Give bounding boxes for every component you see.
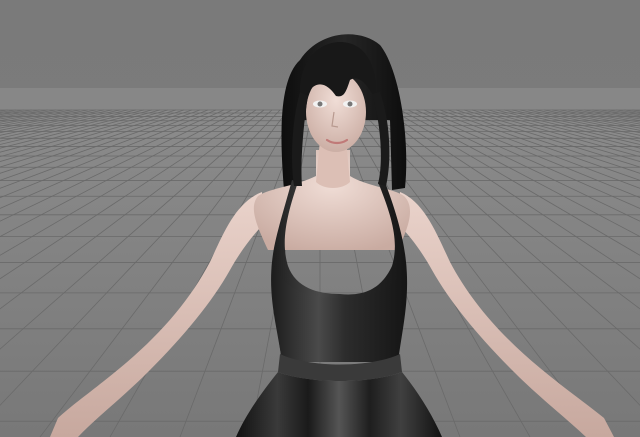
right-iris: [347, 101, 353, 107]
left-iris: [317, 101, 323, 107]
viewport-canvas[interactable]: [0, 0, 640, 437]
3d-viewport[interactable]: [0, 0, 640, 437]
